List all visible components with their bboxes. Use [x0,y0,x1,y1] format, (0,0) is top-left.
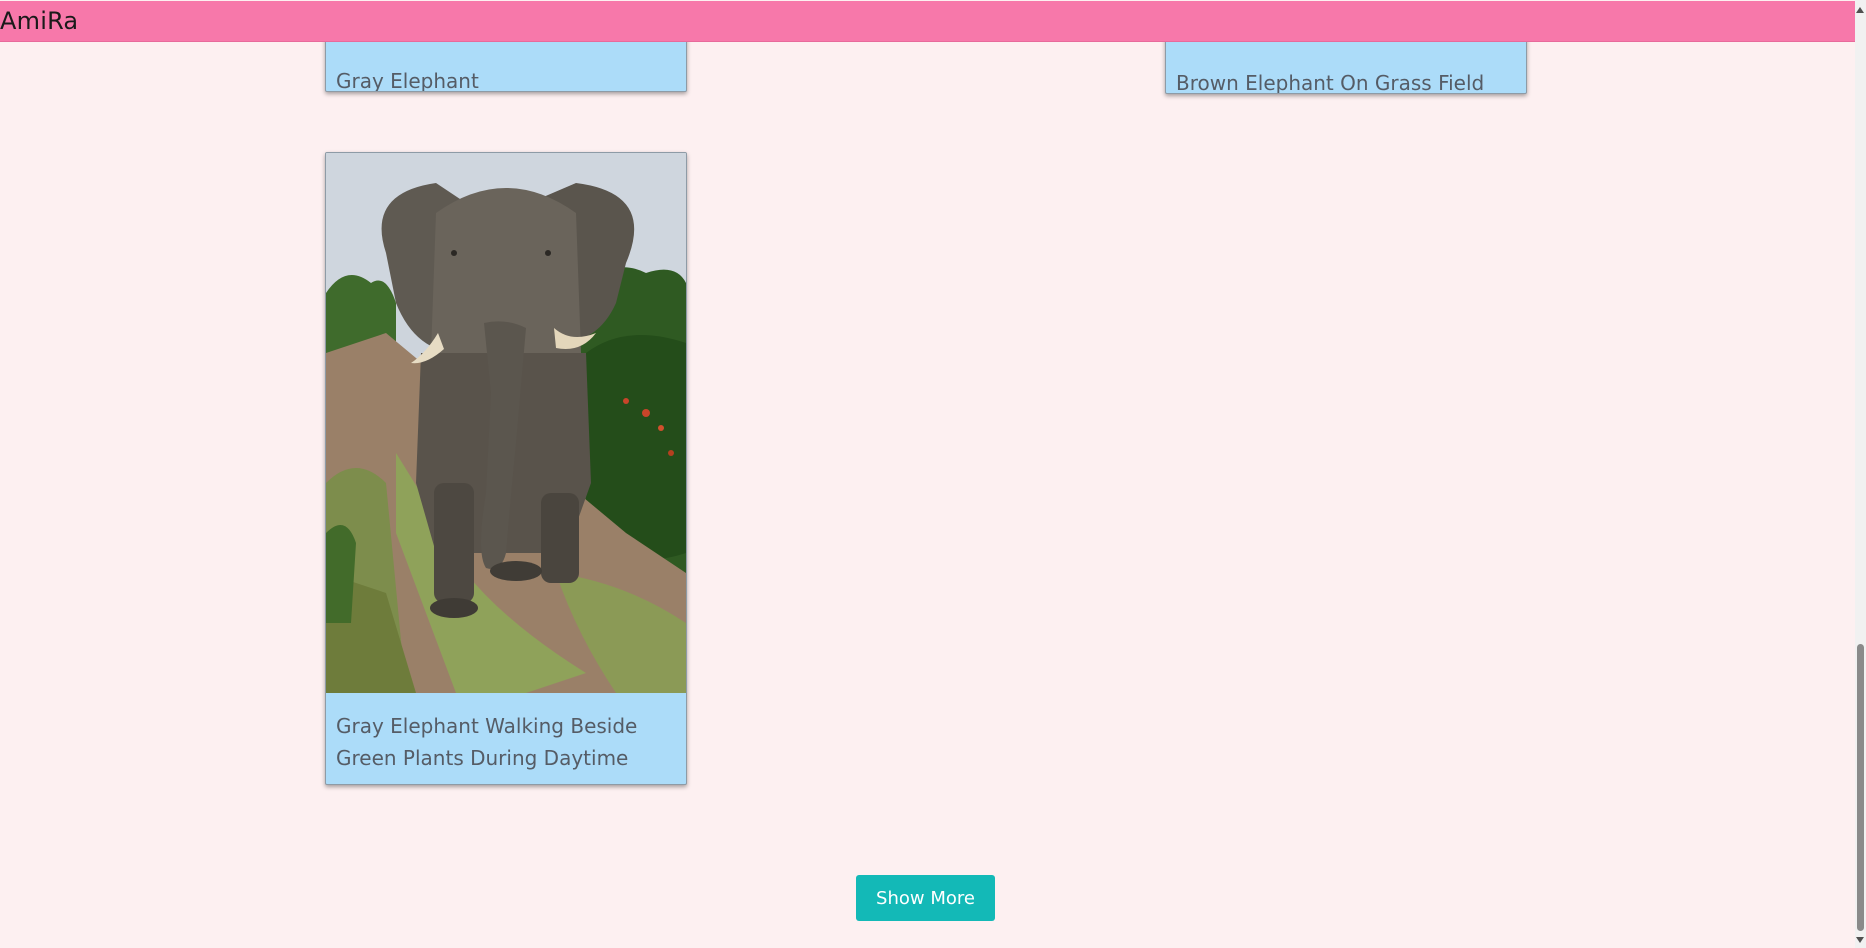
vertical-scrollbar[interactable] [1855,0,1866,948]
card-caption: Gray Elephant Walking Beside Green Plant… [336,714,638,770]
scroll-down-arrow-icon[interactable] [1856,937,1864,943]
scrollbar-thumb[interactable] [1857,644,1864,931]
show-more-button[interactable]: Show More [856,875,995,921]
brand-logo-text[interactable]: AmiRa [0,7,78,35]
elephant-photo[interactable] [326,153,686,693]
scroll-up-arrow-icon[interactable] [1856,7,1864,13]
header-bar: AmiRa [0,1,1855,42]
card-caption: Brown Elephant On Grass Field [1176,71,1485,94]
card-caption: Gray Elephant [336,69,479,92]
page: Gray Elephant Brown Elephant On Grass Fi… [0,0,1866,948]
image-card[interactable]: Gray Elephant Walking Beside Green Plant… [325,152,687,785]
